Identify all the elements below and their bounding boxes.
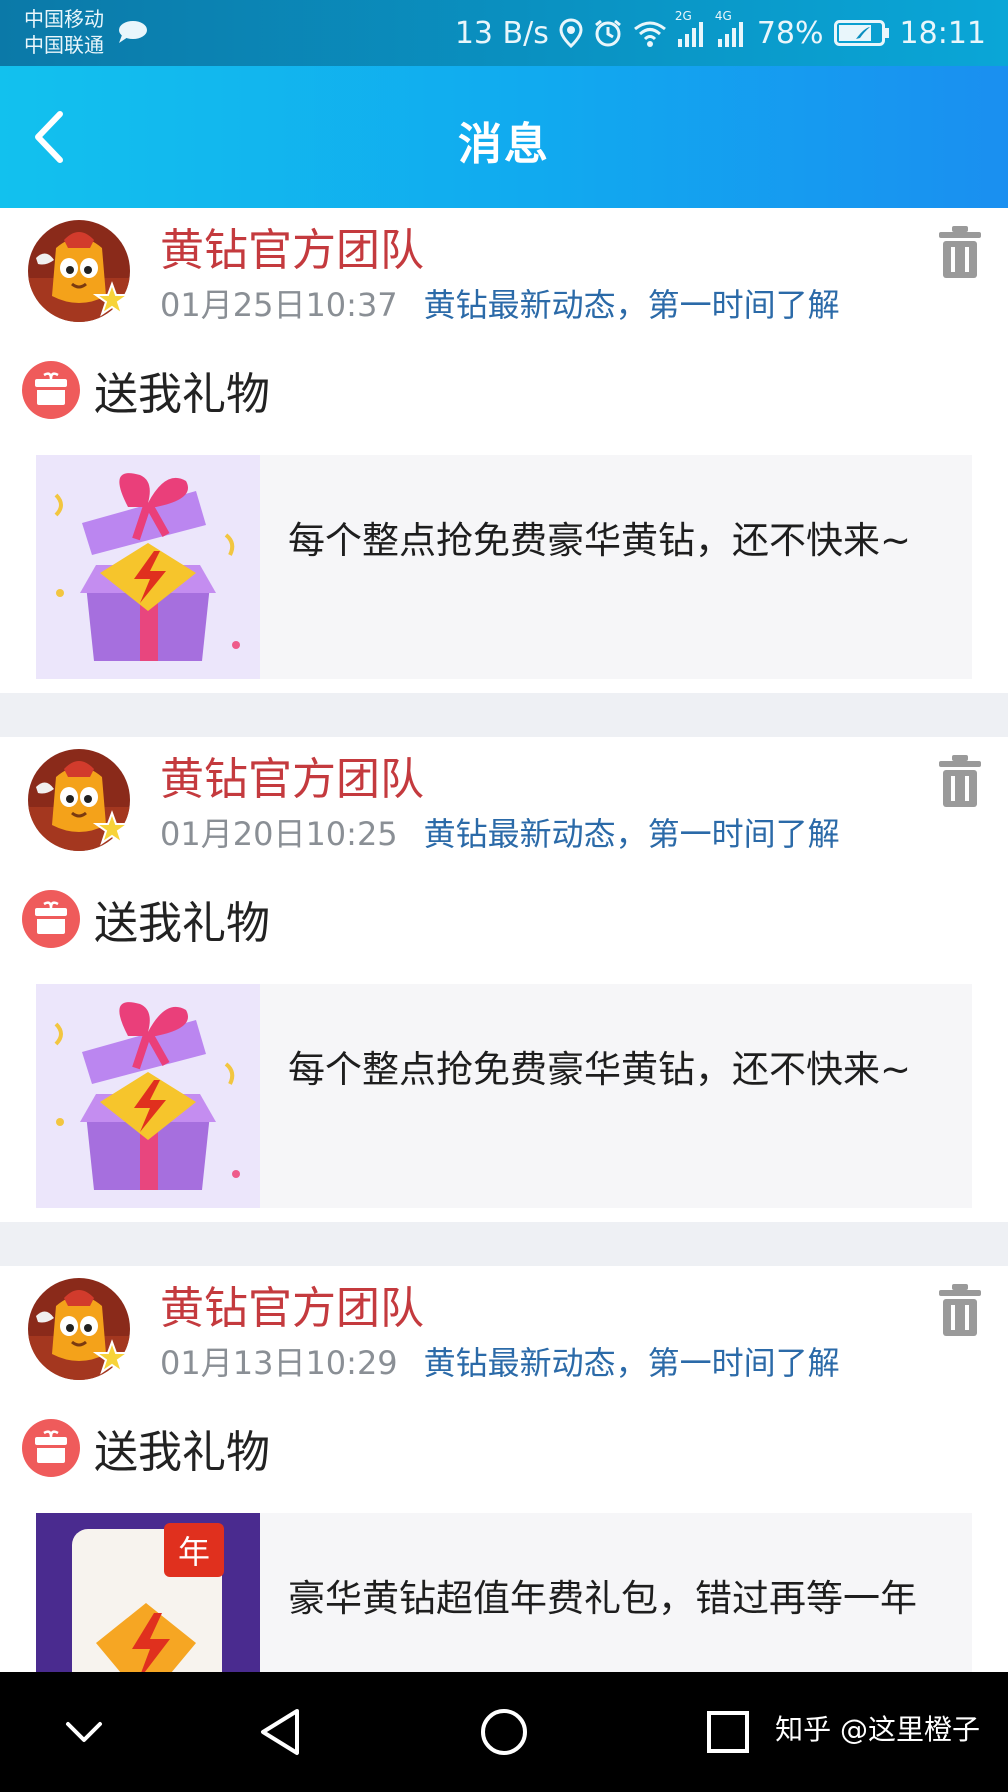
carriers: 中国移动 中国联通 bbox=[24, 6, 104, 58]
signal-2-label: 4G bbox=[714, 9, 732, 23]
status-bar: 中国移动 中国联通 13 B/s 2G 4G 78% 18:11 bbox=[0, 0, 1008, 66]
message-subtitle: 黄钻最新动态，第一时间了解 bbox=[423, 1344, 840, 1382]
message-card[interactable]: 黄钻官方团队 01月20日10:25 黄钻最新动态，第一时间了解 送我礼物 每个… bbox=[0, 737, 1008, 1222]
message-subtitle: 黄钻最新动态，第一时间了解 bbox=[423, 286, 840, 324]
avatar[interactable] bbox=[26, 747, 132, 853]
sender-name[interactable]: 黄钻官方团队 bbox=[160, 214, 424, 278]
promo-text: 豪华黄钻超值年费礼包，错过再等一年 bbox=[288, 1577, 917, 1620]
signal-1-label: 2G bbox=[674, 9, 692, 23]
message-card[interactable]: 黄钻官方团队 01月25日10:37 黄钻最新动态，第一时间了解 送我礼物 每个… bbox=[0, 208, 1008, 693]
location-icon bbox=[559, 18, 583, 48]
trash-icon bbox=[939, 226, 981, 278]
chat-bubble-icon bbox=[119, 21, 147, 43]
trash-icon bbox=[939, 1284, 981, 1336]
delete-button[interactable] bbox=[932, 749, 988, 813]
net-speed: 13 B/s bbox=[454, 15, 549, 51]
sender-name[interactable]: 黄钻官方团队 bbox=[160, 743, 424, 807]
home-circle-icon bbox=[481, 1709, 527, 1755]
signal-2: 4G bbox=[715, 9, 747, 47]
delete-button[interactable] bbox=[932, 1278, 988, 1342]
signal-1: 2G bbox=[675, 9, 707, 47]
gift-icon bbox=[22, 890, 80, 948]
thumb-badge-text: 年 bbox=[178, 1533, 210, 1571]
avatar[interactable] bbox=[26, 1276, 132, 1382]
card-separator bbox=[0, 693, 1008, 737]
category-row: 送我礼物 bbox=[22, 358, 270, 422]
trash-icon bbox=[939, 755, 981, 807]
recents-square-icon bbox=[707, 1711, 749, 1753]
promo-thumbnail bbox=[36, 984, 260, 1208]
nav-recents-button[interactable] bbox=[692, 1696, 764, 1768]
gift-icon bbox=[22, 361, 80, 419]
message-time: 01月13日10:29 bbox=[160, 1344, 398, 1382]
app-header: 消息 bbox=[0, 66, 1008, 208]
system-nav-bar: 知乎 @这里橙子 bbox=[0, 1672, 1008, 1792]
watermark: 知乎 @这里橙子 bbox=[775, 1713, 980, 1746]
category-label: 送我礼物 bbox=[94, 898, 270, 949]
chevron-down-icon bbox=[66, 1722, 102, 1742]
message-meta: 01月25日10:37 黄钻最新动态，第一时间了解 bbox=[160, 280, 840, 326]
signal-bars-icon bbox=[677, 22, 703, 47]
promo-card[interactable]: 每个整点抢免费豪华黄钻，还不快来~ bbox=[36, 984, 972, 1208]
message-meta: 01月20日10:25 黄钻最新动态，第一时间了解 bbox=[160, 809, 840, 855]
promo-text: 每个整点抢免费豪华黄钻，还不快来~ bbox=[288, 1048, 912, 1091]
screen: 中国移动 中国联通 13 B/s 2G 4G 78% 18:11 消息 黄钻官方… bbox=[0, 0, 1008, 1792]
carrier-2: 中国联通 bbox=[24, 33, 104, 57]
clock: 18:11 bbox=[899, 15, 986, 51]
nav-home-button[interactable] bbox=[468, 1696, 540, 1768]
signal-bars-icon bbox=[717, 22, 743, 47]
alarm-icon bbox=[594, 19, 621, 47]
nav-collapse-button[interactable] bbox=[48, 1696, 120, 1768]
carrier-1: 中国移动 bbox=[24, 7, 104, 31]
sender-name[interactable]: 黄钻官方团队 bbox=[160, 1272, 424, 1336]
message-time: 01月20日10:25 bbox=[160, 815, 398, 853]
promo-thumbnail bbox=[36, 455, 260, 679]
status-icons: 13 B/s 2G 4G 78% 18:11 bbox=[454, 9, 986, 54]
nav-back-button[interactable] bbox=[244, 1696, 316, 1768]
battery-icon bbox=[833, 20, 889, 46]
category-row: 送我礼物 bbox=[22, 1416, 270, 1480]
gift-icon bbox=[22, 1419, 80, 1477]
battery-percent: 78% bbox=[756, 15, 824, 51]
category-row: 送我礼物 bbox=[22, 887, 270, 951]
delete-button[interactable] bbox=[932, 220, 988, 284]
category-label: 送我礼物 bbox=[94, 1427, 270, 1478]
avatar[interactable] bbox=[26, 218, 132, 324]
message-feed[interactable]: 黄钻官方团队 01月25日10:37 黄钻最新动态，第一时间了解 送我礼物 每个… bbox=[0, 208, 1008, 1751]
category-label: 送我礼物 bbox=[94, 369, 270, 420]
back-triangle-icon bbox=[261, 1709, 299, 1755]
message-meta: 01月13日10:29 黄钻最新动态，第一时间了解 bbox=[160, 1338, 840, 1384]
promo-text: 每个整点抢免费豪华黄钻，还不快来~ bbox=[288, 519, 912, 562]
wifi-icon bbox=[633, 21, 666, 47]
promo-card[interactable]: 每个整点抢免费豪华黄钻，还不快来~ bbox=[36, 455, 972, 679]
card-separator bbox=[0, 1222, 1008, 1266]
message-subtitle: 黄钻最新动态，第一时间了解 bbox=[423, 815, 840, 853]
page-title: 消息 bbox=[458, 119, 550, 170]
message-time: 01月25日10:37 bbox=[160, 286, 398, 324]
